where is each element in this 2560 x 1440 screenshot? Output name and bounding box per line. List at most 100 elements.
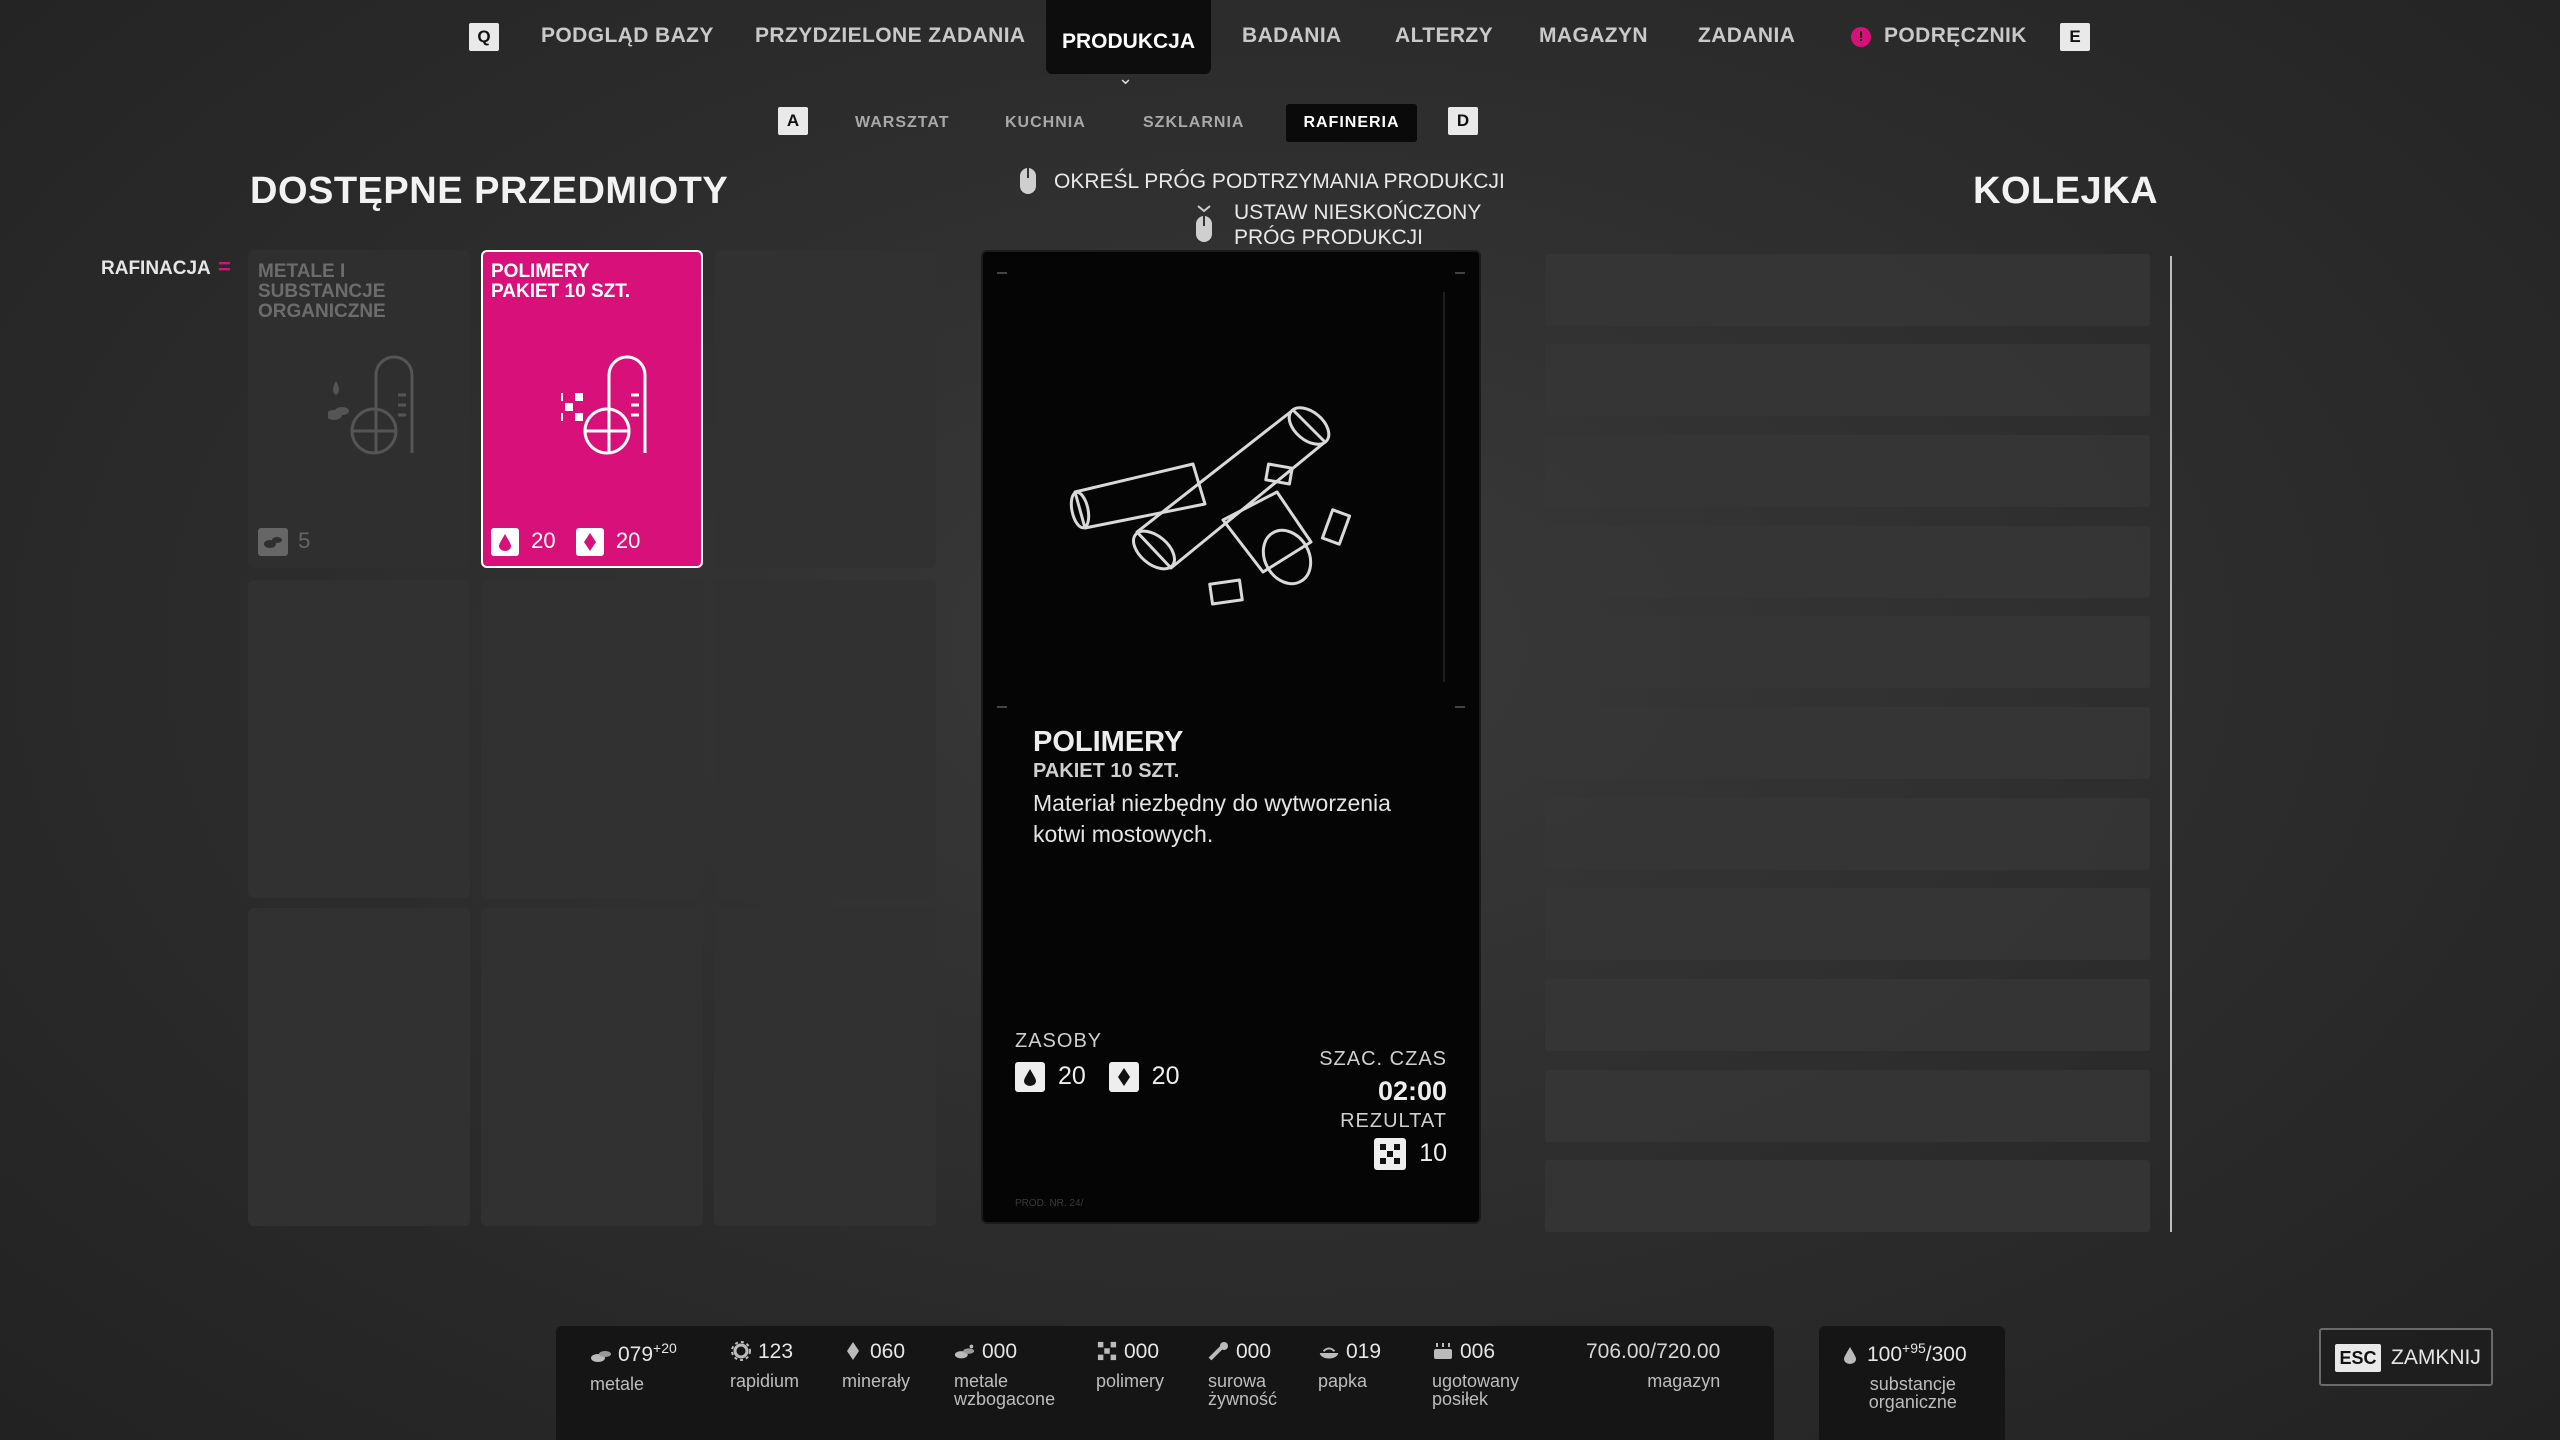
item-slot-empty xyxy=(248,580,470,898)
item-slot-empty xyxy=(481,908,703,1226)
subtab-kuchnia[interactable]: KUCHNIA xyxy=(1005,114,1086,132)
item-slot-empty xyxy=(714,250,936,568)
item-title: POLIMERY PAKIET 10 SZT. xyxy=(491,261,631,302)
result-label: REZULTAT xyxy=(1340,1110,1447,1132)
chevron-down-icon: ⌄ xyxy=(1118,68,1134,88)
resource-surowa-zywnosc: 000 surowa żywność xyxy=(1208,1340,1278,1409)
queue-slot[interactable] xyxy=(1545,888,2150,960)
detail-subtitle: PAKIET 10 SZT. xyxy=(1033,760,1180,782)
metal-icon xyxy=(591,1351,611,1362)
item-cost: 5 xyxy=(258,528,310,557)
subnav-next-key[interactable]: D xyxy=(1448,107,1478,135)
detail-resources: 20 20 xyxy=(1015,1062,1179,1093)
item-card-metale-substancje[interactable]: METALE I SUBSTANCJE ORGANICZNE 5 xyxy=(248,250,470,568)
filter-label: RAFINACJA xyxy=(101,258,211,279)
result-value-row: 10 xyxy=(1374,1138,1447,1170)
oil-drop-icon xyxy=(491,528,519,557)
tab-badania[interactable]: BADANIA xyxy=(1242,24,1342,48)
resource-polimery: 000 polimery xyxy=(1096,1340,1165,1391)
close-label: ZAMKNIJ xyxy=(2391,1346,2481,1369)
item-title: METALE I SUBSTANCJE ORGANICZNE xyxy=(258,261,386,322)
queue-slot[interactable] xyxy=(1545,979,2150,1051)
tab-podrecznik[interactable]: PODRĘCZNIK xyxy=(1884,24,2027,48)
item-detail-panel: POLIMERY PAKIET 10 SZT. Materiał niezbęd… xyxy=(981,250,1481,1224)
enriched-metal-icon xyxy=(954,1344,975,1359)
queue-slot[interactable] xyxy=(1545,616,2150,688)
tab-przydzielone-zadania[interactable]: PRZYDZIELONE ZADANIA xyxy=(755,24,1026,48)
subnav-prev-key[interactable]: A xyxy=(778,107,808,135)
tab-alterzy[interactable]: ALTERZY xyxy=(1395,24,1493,48)
mouse-icon xyxy=(1020,168,1036,194)
subtab-szklarnia[interactable]: SZKLARNIA xyxy=(1143,114,1244,132)
oil-drop-icon xyxy=(1015,1062,1045,1093)
frame-mark xyxy=(997,706,1007,708)
resource-substancje-organiczne: 100+95/300 substancje organiczne xyxy=(1839,1340,1967,1411)
resource-rapidium: 123 rapidium xyxy=(730,1340,800,1391)
storage-capacity: 706.00/720.00 magazyn xyxy=(1586,1340,1721,1391)
alert-icon: ! xyxy=(1851,27,1871,47)
time-value: 02:00 xyxy=(1377,1076,1447,1106)
organic-resource-panel: 100+95/300 substancje organiczne xyxy=(1819,1326,2005,1440)
resource-bar: 079+20 metale 123 rapidium 060 minerały … xyxy=(556,1326,1774,1440)
subtab-rafineria-label: RAFINERIA xyxy=(1303,114,1400,131)
refinery-icon xyxy=(328,355,414,455)
close-button[interactable]: ESC ZAMKNIJ xyxy=(2319,1328,2493,1386)
top-navigation: Q PODGLĄD BAZY PRZYDZIELONE ZADANIA PROD… xyxy=(0,0,2560,88)
queue-slot[interactable] xyxy=(1545,1070,2150,1142)
resource-mineraly: 060 minerały xyxy=(842,1340,911,1391)
queue-slot[interactable] xyxy=(1545,435,2150,507)
detail-description: Materiał niezbędny do wytworzenia kotwi … xyxy=(1033,790,1391,847)
enriched-metal-icon xyxy=(258,528,288,557)
subtab-warsztat[interactable]: WARSZTAT xyxy=(855,114,950,132)
resource-metale: 079+20 metale xyxy=(590,1340,677,1394)
mineral-icon xyxy=(847,1342,859,1360)
frame-mark xyxy=(997,272,1007,274)
oil-drop-icon xyxy=(1844,1347,1856,1364)
rapidium-icon xyxy=(731,1341,751,1361)
frame-mark xyxy=(1455,706,1465,708)
raw-food-icon xyxy=(1208,1342,1228,1361)
queue-slot[interactable] xyxy=(1545,798,2150,870)
mineral-icon xyxy=(575,528,604,557)
queue-slot[interactable] xyxy=(1545,707,2150,779)
resource-papka: 019 papka xyxy=(1318,1340,1382,1391)
item-slot-empty xyxy=(714,908,936,1226)
detail-name: POLIMERY xyxy=(1033,726,1184,758)
nav-next-key[interactable]: E xyxy=(2060,23,2090,51)
queue-slot[interactable] xyxy=(1545,254,2150,326)
hint-threshold: OKREŚL PRÓG PODTRZYMANIA PRODUKCJI xyxy=(1054,170,1505,193)
time-label: SZAC. CZAS xyxy=(1319,1048,1447,1070)
frame-mark xyxy=(1455,272,1465,274)
tab-produkcja[interactable]: PRODUKCJA xyxy=(1046,0,1211,74)
queue-slot[interactable] xyxy=(1545,526,2150,598)
queue-slot[interactable] xyxy=(1545,1160,2150,1232)
item-card-polimery[interactable]: POLIMERY PAKIET 10 SZT. 20 20 xyxy=(481,250,703,568)
queue-scrollbar[interactable] xyxy=(2170,256,2172,1232)
item-slot-empty xyxy=(248,908,470,1226)
filter-icon[interactable]: = xyxy=(218,254,231,280)
mineral-icon xyxy=(1108,1062,1139,1093)
refinery-icon xyxy=(561,355,647,455)
tab-magazyn[interactable]: MAGAZYN xyxy=(1539,24,1648,48)
mouse-hold-icon xyxy=(1196,205,1212,242)
meal-icon xyxy=(1434,1343,1452,1359)
tab-podglad-bazy[interactable]: PODGLĄD BAZY xyxy=(541,24,714,48)
polymer-icon xyxy=(1097,1341,1117,1361)
resource-metale-wzbogacone: 000 metale wzbogacone xyxy=(954,1340,1056,1409)
item-cost: 20 20 xyxy=(491,528,640,557)
esc-key: ESC xyxy=(2335,1344,2381,1372)
mush-icon xyxy=(1319,1347,1339,1359)
resources-label: ZASOBY xyxy=(1015,1030,1103,1052)
nav-prev-key[interactable]: Q xyxy=(469,23,499,51)
tab-produkcja-label: PRODUKCJA xyxy=(1061,30,1195,53)
resource-ugotowany-posilek: 006 ugotowany posiłek xyxy=(1432,1340,1520,1409)
tab-zadania[interactable]: ZADANIA xyxy=(1698,24,1795,48)
available-items-title: DOSTĘPNE PRZEDMIOTY xyxy=(250,170,729,212)
hint-infinite: USTAW NIESKOŃCZONY PRÓG PRODUKCJI xyxy=(1234,201,1482,249)
item-slot-empty xyxy=(481,580,703,898)
ruler-line xyxy=(1443,292,1445,682)
polymer-rods-icon xyxy=(1069,406,1352,606)
queue-slot[interactable] xyxy=(1545,344,2150,416)
subtab-rafineria[interactable]: RAFINERIA xyxy=(1286,104,1417,142)
item-slot-empty xyxy=(714,580,936,898)
